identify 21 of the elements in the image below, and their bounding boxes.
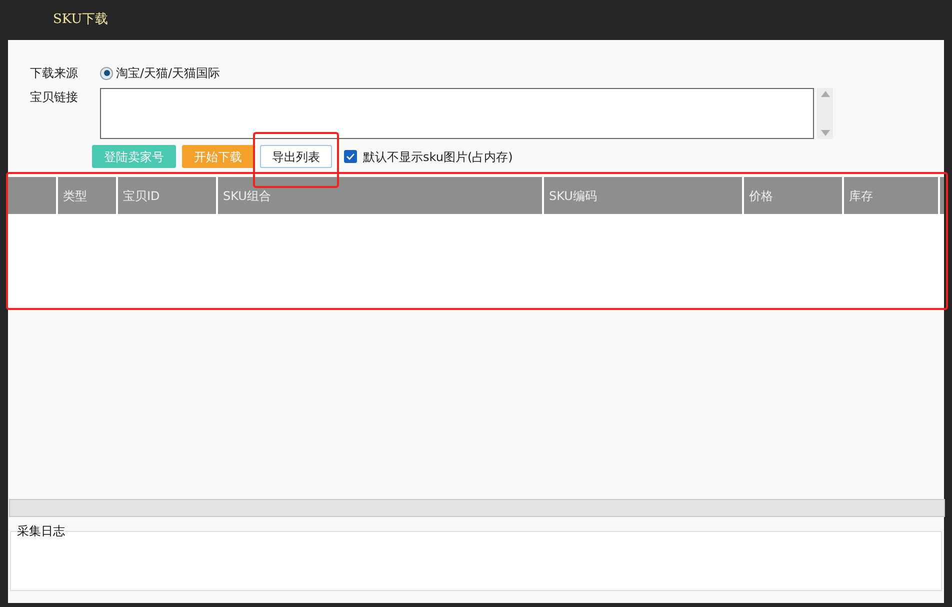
action-button[interactable]: 开始下载	[182, 145, 254, 168]
field-label: 下载来源	[30, 65, 79, 82]
column-header[interactable]: 库存	[844, 177, 940, 214]
window-title: SKU下载	[53, 11, 108, 30]
column-header[interactable]: 类型	[58, 177, 118, 214]
column-header[interactable]: 价格	[744, 177, 844, 214]
column-header[interactable]: SKU编码	[544, 177, 744, 214]
action-button[interactable]: 导出列表	[260, 145, 332, 168]
down-arrow-icon[interactable]	[820, 130, 830, 136]
check-icon	[346, 153, 355, 160]
up-arrow-icon[interactable]	[820, 91, 830, 97]
checkbox[interactable]: 默认不显示sku图片(占内存)	[344, 148, 513, 166]
column-header[interactable]: SKU组合	[218, 177, 544, 214]
column-header[interactable]: 宝贝ID	[118, 177, 218, 214]
action-button[interactable]: 登陆卖家号	[92, 145, 176, 168]
scrollbar[interactable]	[817, 88, 833, 139]
link-input-field[interactable]	[100, 88, 814, 139]
group-title: 采集日志	[17, 523, 65, 539]
field-label: 宝贝链接	[30, 89, 79, 106]
horizontal-scrollbar[interactable]	[9, 499, 945, 517]
radio-option[interactable]: 淘宝/天猫/天猫国际	[100, 64, 220, 82]
